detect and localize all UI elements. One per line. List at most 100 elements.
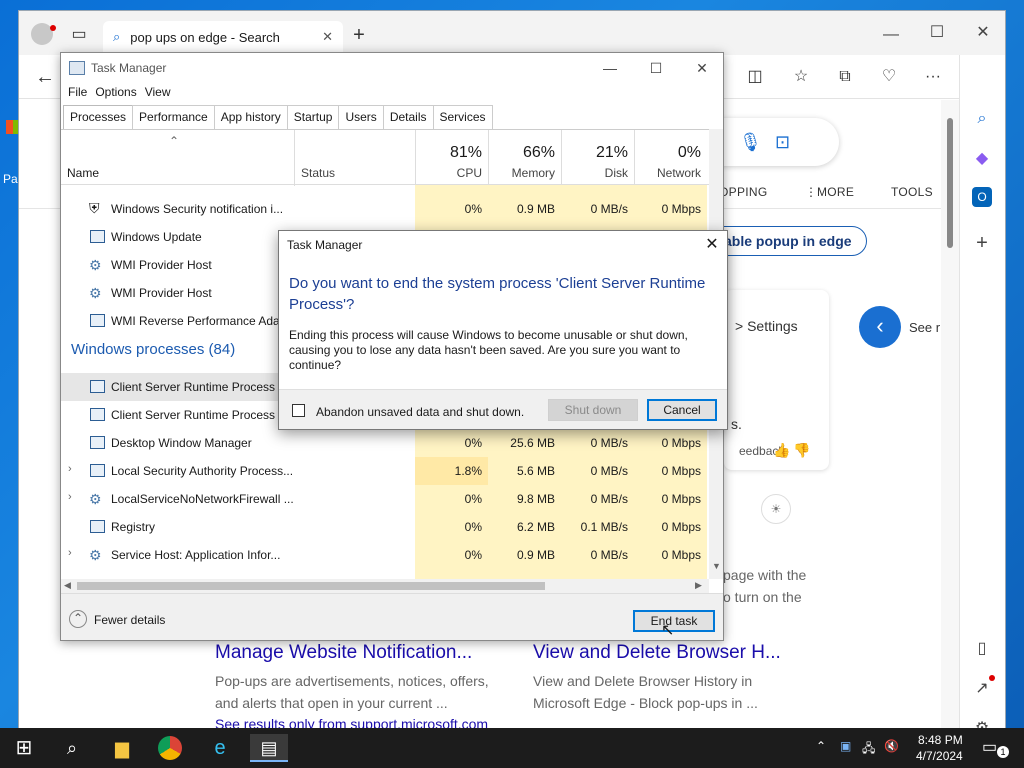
volume-muted-icon[interactable]: 🔇 bbox=[884, 739, 899, 753]
tab-tools[interactable]: TOOLS bbox=[891, 185, 933, 199]
network-label: Network bbox=[656, 166, 701, 180]
see-more-text[interactable]: See r bbox=[909, 320, 940, 335]
collapse-icon[interactable]: ⌃ bbox=[69, 610, 87, 628]
table-row[interactable]: Registry 0% 6.2 MB 0.1 MB/s 0 Mbps bbox=[61, 513, 707, 541]
favorites-icon[interactable]: ☆ bbox=[789, 65, 813, 89]
table-row[interactable]: › ⚙ Service Host: Application Infor... 0… bbox=[61, 541, 707, 569]
result-2-title[interactable]: View and Delete Browser H... bbox=[533, 642, 781, 664]
collections-icon[interactable]: ⧉ bbox=[833, 65, 857, 89]
tab-performance[interactable]: Performance bbox=[132, 105, 215, 129]
abandon-data-label[interactable]: Abandon unsaved data and shut down. bbox=[316, 405, 524, 419]
table-row[interactable]: Desktop Window Manager 0% 25.6 MB 0 MB/s… bbox=[61, 429, 707, 457]
menu-view[interactable]: View bbox=[144, 83, 178, 105]
tab-users[interactable]: Users bbox=[338, 105, 384, 129]
tab-app-history[interactable]: App history bbox=[213, 105, 288, 129]
add-sidebar-app-icon[interactable]: + bbox=[970, 231, 994, 255]
col-cpu[interactable]: 81% CPU bbox=[415, 130, 488, 186]
hscroll-thumb[interactable] bbox=[77, 582, 545, 590]
tab-actions-icon[interactable]: ▭ bbox=[67, 23, 91, 47]
thumbs-up-icon[interactable]: 👍 bbox=[773, 442, 790, 459]
dialog-message: Ending this process will cause Windows t… bbox=[289, 328, 688, 372]
more-options-icon[interactable]: ··· bbox=[921, 65, 945, 89]
abandon-data-checkbox[interactable] bbox=[292, 404, 305, 417]
sidebar-search-icon[interactable]: ⌕ bbox=[970, 107, 994, 131]
close-tab-icon[interactable]: ✕ bbox=[322, 29, 333, 45]
lightbulb-icon[interactable]: ☀ bbox=[761, 494, 791, 524]
notifications-icon[interactable]: ▭ bbox=[982, 737, 997, 757]
col-network[interactable]: 0% Network bbox=[634, 130, 707, 186]
window-icon bbox=[90, 436, 105, 449]
split-screen-icon[interactable]: ◫ bbox=[743, 65, 767, 89]
start-icon[interactable]: ⊞ bbox=[10, 734, 38, 762]
expand-icon[interactable]: › bbox=[68, 491, 72, 503]
maximize-icon[interactable]: ☐ bbox=[917, 23, 957, 43]
show-hidden-icons[interactable]: ⌃ bbox=[816, 739, 826, 753]
thumbs-down-icon[interactable]: 👎 bbox=[793, 442, 810, 459]
sidebar-layout-icon[interactable]: ▯ bbox=[970, 637, 994, 661]
carousel-prev-button[interactable]: ‹ bbox=[859, 306, 901, 348]
result-1-title[interactable]: Manage Website Notification... bbox=[215, 642, 472, 664]
back-icon[interactable]: ← bbox=[33, 65, 57, 89]
clock-time[interactable]: 8:48 PM bbox=[918, 733, 963, 747]
tab-more-dots[interactable]: ⋮ bbox=[805, 185, 817, 199]
outlook-icon[interactable]: O bbox=[972, 187, 992, 207]
col-name[interactable]: Name bbox=[67, 166, 99, 180]
task-manager-taskbar-icon[interactable]: ▤ bbox=[250, 734, 288, 762]
see-results-link[interactable]: See results only from support.microsoft.… bbox=[215, 716, 488, 728]
tm-horizontal-scrollbar[interactable]: ◀ ▶ bbox=[61, 579, 709, 593]
tab-services[interactable]: Services bbox=[432, 105, 493, 129]
clock-date[interactable]: 4/7/2024 bbox=[916, 749, 963, 763]
visual-search-icon[interactable]: ⊡ bbox=[775, 132, 790, 153]
browser-tab[interactable]: ⌕ pop ups on edge - Search ✕ bbox=[103, 21, 343, 53]
col-status[interactable]: Status bbox=[294, 130, 415, 186]
minimize-icon[interactable]: — bbox=[871, 25, 911, 45]
page-scrollbar[interactable] bbox=[941, 100, 959, 728]
tm-close-icon[interactable]: ✕ bbox=[679, 53, 725, 83]
table-row[interactable]: › Local Security Authority Process... 1.… bbox=[61, 457, 707, 485]
expand-icon[interactable]: › bbox=[68, 463, 72, 475]
file-explorer-icon[interactable]: ▆ bbox=[108, 734, 136, 762]
performance-icon[interactable]: ♡ bbox=[877, 65, 901, 89]
network-icon[interactable]: 🖧 bbox=[862, 739, 875, 760]
tab-startup[interactable]: Startup bbox=[286, 105, 340, 129]
fewer-details-link[interactable]: Fewer details bbox=[94, 613, 165, 627]
tab-details[interactable]: Details bbox=[382, 105, 434, 129]
sidebar-copilot-icon[interactable]: ◆ bbox=[970, 147, 994, 171]
dialog-heading: Do you want to end the system process 'C… bbox=[289, 275, 706, 313]
new-tab-icon[interactable]: + bbox=[347, 23, 371, 47]
table-row[interactable]: ⛨ Windows Security notification i... 0% … bbox=[61, 195, 707, 223]
tab-processes[interactable]: Processes bbox=[63, 105, 134, 130]
close-window-icon[interactable]: ✕ bbox=[963, 23, 1003, 43]
tm-minimize-icon[interactable]: — bbox=[587, 53, 633, 83]
scroll-left-icon[interactable]: ◀ bbox=[64, 580, 71, 591]
cancel-button[interactable]: Cancel bbox=[647, 399, 717, 421]
window-icon bbox=[90, 408, 105, 421]
menu-file[interactable]: File bbox=[67, 83, 94, 105]
network-value: 0 Mbps bbox=[661, 520, 701, 534]
scrollbar-thumb[interactable] bbox=[947, 118, 953, 248]
chrome-icon[interactable] bbox=[158, 736, 182, 760]
process-name: WMI Reverse Performance Ada... bbox=[111, 314, 290, 328]
col-disk[interactable]: 21% Disk bbox=[561, 130, 634, 186]
cpu-percent: 81% bbox=[449, 144, 482, 161]
tm-maximize-icon[interactable]: ☐ bbox=[633, 53, 679, 83]
mic-icon[interactable]: 🎙 bbox=[739, 132, 762, 153]
suggestion-pill[interactable]: able popup in edge bbox=[709, 226, 867, 256]
disk-percent: 21% bbox=[595, 144, 628, 161]
expand-icon[interactable]: › bbox=[68, 547, 72, 559]
edge-icon[interactable]: e bbox=[206, 734, 234, 762]
memory-value: 0.9 MB bbox=[516, 548, 555, 562]
table-row[interactable]: › ⚙ LocalServiceNoNetworkFirewall ... 0%… bbox=[61, 485, 707, 513]
dialog-close-icon[interactable]: ✕ bbox=[699, 233, 725, 257]
shutdown-button[interactable]: Shut down bbox=[548, 399, 638, 421]
tab-shopping[interactable]: OPPING bbox=[719, 185, 767, 199]
settings-text: > Settings bbox=[735, 318, 798, 334]
scroll-down-icon[interactable]: ▼ bbox=[712, 561, 721, 571]
memory-label: Memory bbox=[511, 166, 555, 180]
col-memory[interactable]: 66% Memory bbox=[488, 130, 561, 186]
menu-options[interactable]: Options bbox=[94, 83, 143, 105]
tray-app-icon[interactable]: ▣ bbox=[840, 739, 851, 753]
tab-more[interactable]: MORE bbox=[817, 185, 854, 199]
taskbar-search-icon[interactable]: ⌕ bbox=[58, 734, 86, 762]
scroll-right-icon[interactable]: ▶ bbox=[695, 580, 702, 591]
